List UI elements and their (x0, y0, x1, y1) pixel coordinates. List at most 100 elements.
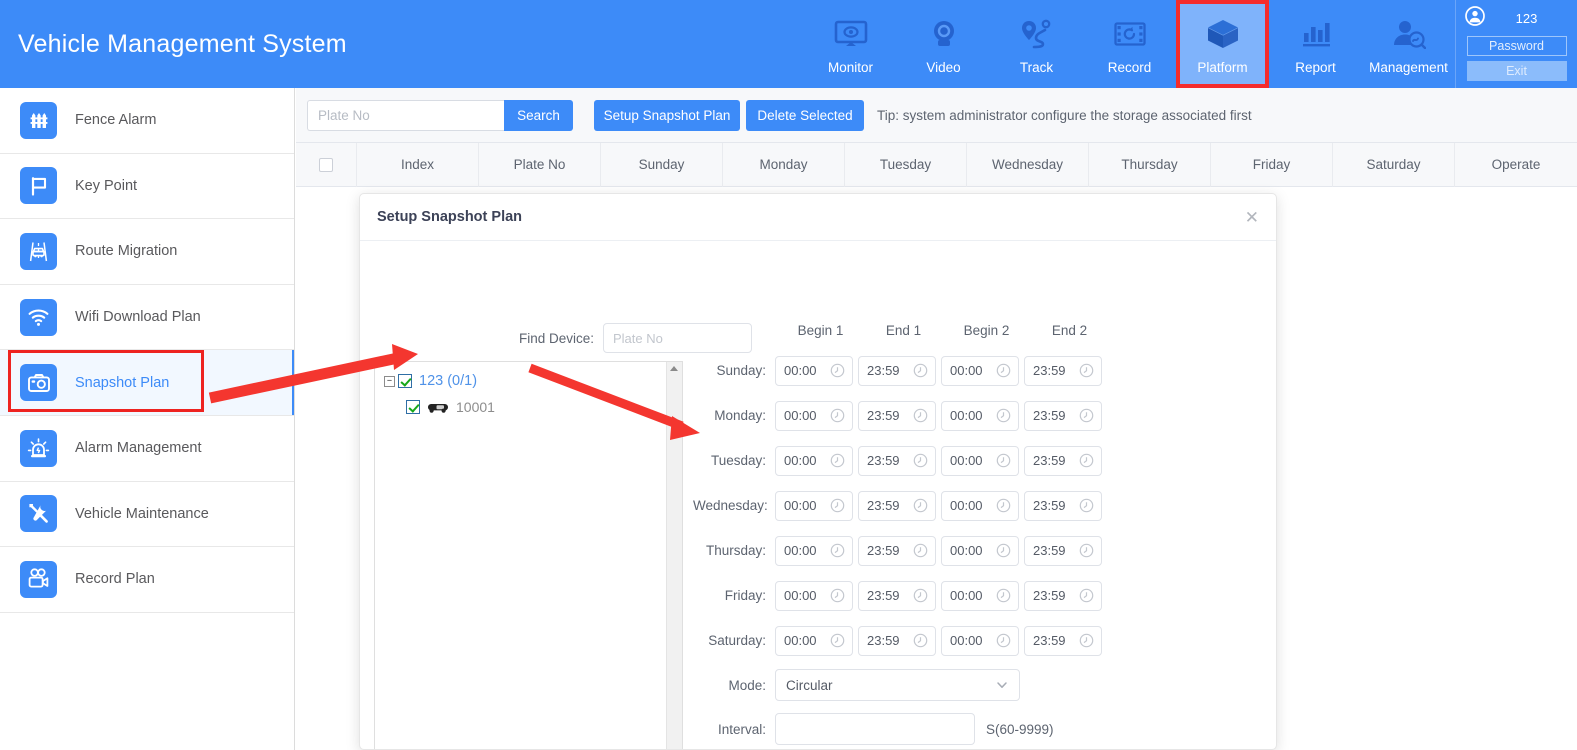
clock-icon (913, 408, 928, 423)
column-tuesday[interactable]: Tuesday (845, 142, 968, 187)
column-plate-no[interactable]: Plate No (479, 142, 602, 187)
time-input-friday-end-1[interactable]: 23:59 (858, 580, 936, 611)
column-monday[interactable]: Monday (723, 142, 846, 187)
time-input-thursday-begin-1[interactable]: 00:00 (775, 535, 853, 566)
time-value: 00:00 (950, 588, 983, 603)
tree-scrollbar[interactable] (666, 362, 682, 749)
time-input-tuesday-begin-1[interactable]: 00:00 (775, 445, 853, 476)
column-saturday[interactable]: Saturday (1333, 142, 1456, 187)
select-all-cell (296, 142, 358, 187)
nav-item-platform[interactable]: Platform (1176, 0, 1269, 88)
nav-item-video[interactable]: Video (897, 0, 990, 88)
sidebar-item-snapshot-plan[interactable]: Snapshot Plan (0, 350, 294, 416)
nav-label: Platform (1197, 59, 1248, 75)
table-header-row: Index Plate No Sunday Monday Tuesday Wed… (296, 142, 1577, 187)
nav-item-track[interactable]: Track (990, 0, 1083, 88)
collapse-toggle-icon[interactable]: – (384, 375, 395, 387)
select-all-checkbox[interactable] (319, 157, 333, 172)
interval-input[interactable] (775, 713, 975, 745)
time-value: 23:59 (1033, 588, 1066, 603)
clock-icon (913, 588, 928, 603)
camera-photo-icon (20, 364, 57, 402)
day-label: Tuesday: (710, 453, 766, 468)
tree-checkbox-root[interactable] (398, 374, 412, 388)
time-input-monday-end-2[interactable]: 23:59 (1024, 400, 1102, 431)
time-input-thursday-begin-2[interactable]: 00:00 (941, 535, 1019, 566)
clock-icon (913, 363, 928, 378)
column-friday[interactable]: Friday (1211, 142, 1334, 187)
mode-select[interactable]: Circular (775, 669, 1020, 701)
time-input-tuesday-end-1[interactable]: 23:59 (858, 445, 936, 476)
time-value: 00:00 (784, 588, 817, 603)
close-icon[interactable]: ✕ (1245, 209, 1259, 226)
time-value: 23:59 (867, 363, 900, 378)
time-input-wednesday-begin-2[interactable]: 00:00 (941, 490, 1019, 521)
nav-item-monitor[interactable]: Monitor (804, 0, 897, 88)
clock-icon (1079, 408, 1094, 423)
interval-label: Interval: (717, 721, 766, 737)
time-input-saturday-end-2[interactable]: 23:59 (1024, 625, 1102, 656)
delete-selected-button[interactable]: Delete Selected (746, 99, 864, 131)
time-input-tuesday-end-2[interactable]: 23:59 (1024, 445, 1102, 476)
clock-icon (1079, 363, 1094, 378)
time-input-tuesday-begin-2[interactable]: 00:00 (941, 445, 1019, 476)
sidebar-item-key-point[interactable]: Key Point (0, 154, 294, 220)
sidebar-item-route-migration[interactable]: Route Migration (0, 219, 294, 285)
flag-icon (20, 167, 57, 205)
time-input-thursday-end-2[interactable]: 23:59 (1024, 535, 1102, 566)
time-input-friday-begin-2[interactable]: 00:00 (941, 580, 1019, 611)
time-input-wednesday-end-2[interactable]: 23:59 (1024, 490, 1102, 521)
sidebar-item-alarm-management[interactable]: Alarm Management (0, 416, 294, 482)
search-button[interactable]: Search (504, 99, 573, 131)
time-input-saturday-begin-1[interactable]: 00:00 (775, 625, 853, 656)
tree-node-device[interactable]: 10001 (375, 394, 682, 420)
track-pin-icon (1020, 14, 1054, 54)
time-input-sunday-begin-1[interactable]: 00:00 (775, 355, 853, 386)
search-input[interactable] (307, 99, 504, 131)
nav-item-report[interactable]: Report (1269, 0, 1362, 88)
column-index[interactable]: Index (357, 142, 480, 187)
time-input-monday-begin-2[interactable]: 00:00 (941, 400, 1019, 431)
tree-checkbox-device[interactable] (406, 400, 420, 414)
monitor-icon (834, 14, 868, 54)
tree-node-root[interactable]: – 123 (0/1) (375, 368, 682, 394)
time-value: 23:59 (1033, 363, 1066, 378)
time-input-friday-begin-1[interactable]: 00:00 (775, 580, 853, 611)
setup-snapshot-plan-button[interactable]: Setup Snapshot Plan (594, 99, 740, 131)
tree-device-label: 10001 (456, 399, 495, 415)
column-operate[interactable]: Operate (1455, 143, 1577, 187)
column-sunday[interactable]: Sunday (601, 142, 724, 187)
user-circle-icon (1465, 6, 1485, 31)
time-input-saturday-begin-2[interactable]: 00:00 (941, 625, 1019, 656)
sidebar-item-label: Fence Alarm (75, 112, 157, 129)
mode-label: Mode: (728, 677, 766, 693)
sidebar-item-wifi-download-plan[interactable]: Wifi Download Plan (0, 285, 294, 351)
interval-row: Interval: S(60-9999) (693, 707, 1273, 749)
time-value: 00:00 (950, 498, 983, 513)
time-input-thursday-end-1[interactable]: 23:59 (858, 535, 936, 566)
sidebar-item-record-plan[interactable]: Record Plan (0, 547, 294, 613)
schedule-grid: Begin 1 End 1 Begin 2 End 2 Sunday: 00:0… (693, 323, 1273, 749)
time-input-monday-end-1[interactable]: 23:59 (858, 400, 936, 431)
time-input-saturday-end-1[interactable]: 23:59 (858, 625, 936, 656)
time-input-sunday-end-1[interactable]: 23:59 (858, 355, 936, 386)
video-camera-icon (20, 560, 57, 598)
time-input-sunday-begin-2[interactable]: 00:00 (941, 355, 1019, 386)
sidebar-item-fence-alarm[interactable]: Fence Alarm (0, 88, 294, 154)
sidebar-item-vehicle-maintenance[interactable]: Vehicle Maintenance (0, 482, 294, 548)
time-input-wednesday-begin-1[interactable]: 00:00 (775, 490, 853, 521)
time-input-sunday-end-2[interactable]: 23:59 (1024, 355, 1102, 386)
time-input-monday-begin-1[interactable]: 00:00 (775, 400, 853, 431)
column-end-1: End 1 (885, 323, 922, 338)
password-button[interactable]: Password (1466, 36, 1567, 56)
nav-item-management[interactable]: Management (1362, 0, 1455, 88)
day-label: Sunday: (716, 363, 766, 378)
time-input-friday-end-2[interactable]: 23:59 (1024, 580, 1102, 611)
column-thursday[interactable]: Thursday (1089, 142, 1212, 187)
time-value: 00:00 (784, 633, 817, 648)
exit-button[interactable]: Exit (1466, 61, 1567, 81)
scroll-up-arrow-icon[interactable] (670, 366, 678, 371)
time-input-wednesday-end-1[interactable]: 23:59 (858, 490, 936, 521)
nav-item-record[interactable]: Record (1083, 0, 1176, 88)
column-wednesday[interactable]: Wednesday (967, 142, 1090, 187)
